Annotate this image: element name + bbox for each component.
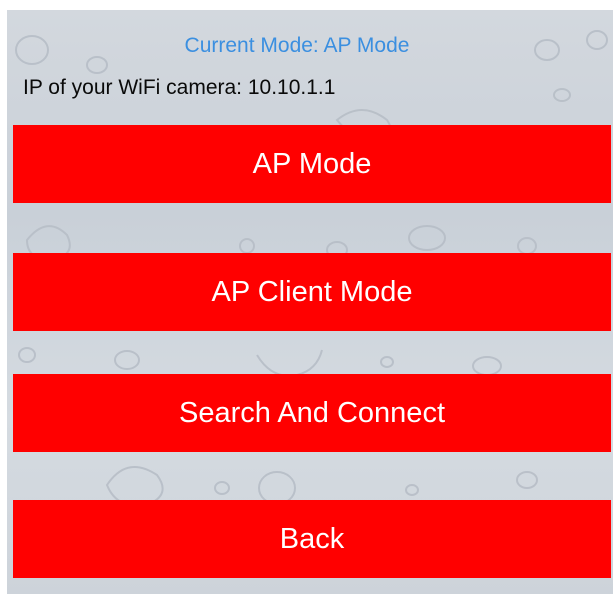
current-mode-label: Current Mode: AP Mode [184,34,410,57]
ap-mode-button[interactable]: AP Mode [13,125,611,203]
back-button[interactable]: Back [13,500,611,578]
camera-ip-label: IP of your WiFi camera: 10.10.1.1 [23,76,336,99]
ap-client-mode-button[interactable]: AP Client Mode [13,253,611,331]
search-and-connect-button[interactable]: Search And Connect [13,374,611,452]
